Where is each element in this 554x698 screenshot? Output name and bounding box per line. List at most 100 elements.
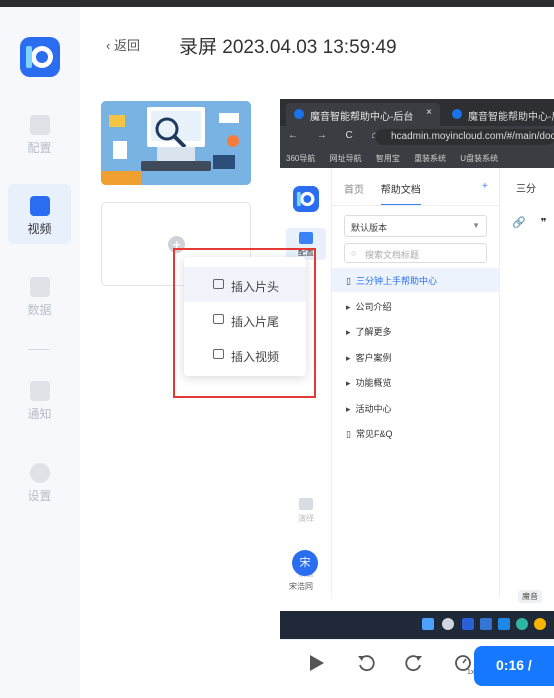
preview-nav-label: 演绎: [298, 514, 314, 523]
perform-icon: [299, 498, 313, 510]
nav-item-settings[interactable]: 设置: [8, 451, 71, 511]
app-icon: [462, 618, 474, 630]
settings-page-icon: [299, 232, 313, 244]
tree-item-label: 了解更多: [355, 327, 392, 337]
site-favicon-icon: [452, 109, 462, 119]
avatar: 宋: [292, 550, 318, 576]
tree-item: ▸ 了解更多: [332, 319, 499, 343]
caret-right-icon: ▸: [346, 378, 351, 388]
tree-item: ▸ 客户案例: [332, 345, 499, 369]
version-value: 默认版本: [351, 223, 388, 233]
back-label: 返回: [113, 38, 140, 53]
preview-nav-perform: 演绎: [286, 498, 326, 524]
bookmark: U盘装系统: [460, 154, 499, 163]
undo-icon: [358, 655, 375, 672]
video-preview[interactable]: 魔音智能帮助中心-后台 × 魔音智能帮助中心-后台 ← → C ⌂ hcadmi…: [280, 99, 554, 639]
nav-label: 数据: [27, 303, 52, 317]
add-icon: +: [482, 181, 488, 192]
browser-tab: 魔音智能帮助中心-后台: [444, 103, 554, 126]
tab-title: 魔音智能帮助中心-后台: [468, 112, 554, 123]
playback-speed-icon: 1x: [455, 655, 475, 676]
app-icon: [498, 618, 510, 630]
tab-title: 魔音智能帮助中心-后台: [310, 112, 414, 123]
link-quote-icons: 🔗 ❞: [512, 217, 553, 229]
nav-item-config[interactable]: 配置: [8, 103, 71, 163]
notification-icon: [29, 381, 50, 401]
caret-right-icon: ▸: [346, 353, 351, 363]
chevron-left-icon: ‹: [106, 38, 114, 53]
browser-tab-bar: 魔音智能帮助中心-后台 × 魔音智能帮助中心-后台: [280, 99, 554, 126]
document-icon: ▯: [346, 429, 351, 439]
nav-item-video[interactable]: 视频: [8, 184, 71, 244]
nav-item-notify[interactable]: 通知: [8, 369, 71, 429]
time-display[interactable]: 0:16 /: [474, 646, 554, 686]
tree-item-label: 公司介绍: [355, 302, 392, 312]
avatar-name: 宋浩同: [289, 582, 313, 591]
os-taskbar: [280, 611, 554, 639]
highlight-annotation: [173, 248, 316, 398]
doc-tree-panel: 首页 帮助文档 + 默认版本 ▼ ○ 搜索文档标题 ▯ 三分钟上手帮助中心 ▸ 公司…: [332, 168, 499, 598]
browser-tab-active: 魔音智能帮助中心-后台 ×: [286, 103, 440, 126]
video-icon: [29, 196, 50, 216]
search-placeholder: 搜索文档标题: [365, 250, 420, 260]
bookmark: 重装系统: [414, 154, 447, 163]
caret-right-icon: ▸: [346, 327, 351, 337]
chevron-down-icon: ▼: [472, 221, 480, 230]
player-controls: 1x 0:16 /: [280, 639, 554, 698]
windows-start-icon: [422, 618, 434, 630]
tab-help-docs: 帮助文档: [380, 185, 421, 206]
app-logo: [293, 186, 319, 212]
redo-button[interactable]: [402, 653, 426, 677]
bookmark: 网址导航: [329, 154, 362, 163]
document-icon: ▯: [346, 276, 351, 286]
doc-tabs: 首页 帮助文档 +: [344, 181, 488, 206]
nav-item-data[interactable]: 数据: [8, 265, 71, 325]
chart-icon: [29, 277, 50, 297]
browser-nav-icons: ← → C ⌂: [288, 130, 386, 141]
video-thumbnail[interactable]: [101, 101, 251, 185]
doc-content: 三分 🔗 ❞: [499, 168, 554, 598]
bookmark: 360导航: [286, 154, 316, 163]
close-icon: ×: [426, 107, 432, 118]
divider: [332, 205, 499, 206]
bookmarks-bar: 360导航 网址导航 智用宝 重装系统 U盘装系统: [280, 148, 554, 168]
tree-item-label: 活动中心: [355, 404, 392, 414]
search-icon: ○: [351, 248, 357, 258]
undo-button[interactable]: [354, 653, 378, 677]
tree-item-label: 功能概览: [355, 378, 392, 388]
page-title: 录屏 2023.04.03 13:59:49: [179, 37, 397, 58]
tree-item-label: 三分钟上手帮助中心: [355, 276, 437, 286]
browser-address-bar: ← → C ⌂ hcadmin.moyincloud.com/#/main/do…: [280, 126, 554, 148]
app-logo: [20, 37, 60, 77]
gear-icon: [29, 463, 50, 483]
doc-search-input: ○ 搜索文档标题: [344, 243, 487, 263]
nav-label: 视频: [27, 222, 52, 236]
tree-item: ▸ 功能概览: [332, 370, 499, 394]
back-button[interactable]: ‹ 返回: [106, 35, 140, 54]
top-bar: [0, 0, 554, 7]
caret-right-icon: ▸: [346, 302, 351, 312]
gear-icon: [442, 618, 454, 630]
play-button[interactable]: [304, 653, 328, 677]
speed-button[interactable]: 1x: [452, 653, 476, 677]
nav-label: 配置: [27, 141, 52, 155]
tree-item: ▯ 常见F&Q: [332, 421, 499, 445]
url-text: hcadmin.moyincloud.com/#/main/doc: [375, 129, 554, 145]
app-icon: [480, 618, 492, 630]
redo-icon: [405, 655, 422, 672]
bookmark: 智用宝: [375, 154, 400, 163]
tab-home: 首页: [344, 185, 364, 196]
caret-right-icon: ▸: [346, 404, 351, 414]
settings-page-icon: [29, 115, 50, 135]
tree-item: ▯ 三分钟上手帮助中心: [332, 268, 499, 292]
thumbnail-illustration: [101, 101, 251, 185]
tree-item-label: 客户案例: [355, 353, 392, 363]
chrome-icon: [534, 618, 546, 630]
nav-label: 通知: [27, 407, 52, 421]
tree-item-label: 常见F&Q: [355, 429, 393, 439]
tree-item: ▸ 公司介绍: [332, 294, 499, 318]
doc-heading: 三分: [516, 184, 536, 195]
tree-item: ▸ 活动中心: [332, 396, 499, 420]
version-select: 默认版本 ▼: [344, 215, 487, 237]
side-nav: 配置 视频 数据 通知 设置: [0, 7, 80, 698]
